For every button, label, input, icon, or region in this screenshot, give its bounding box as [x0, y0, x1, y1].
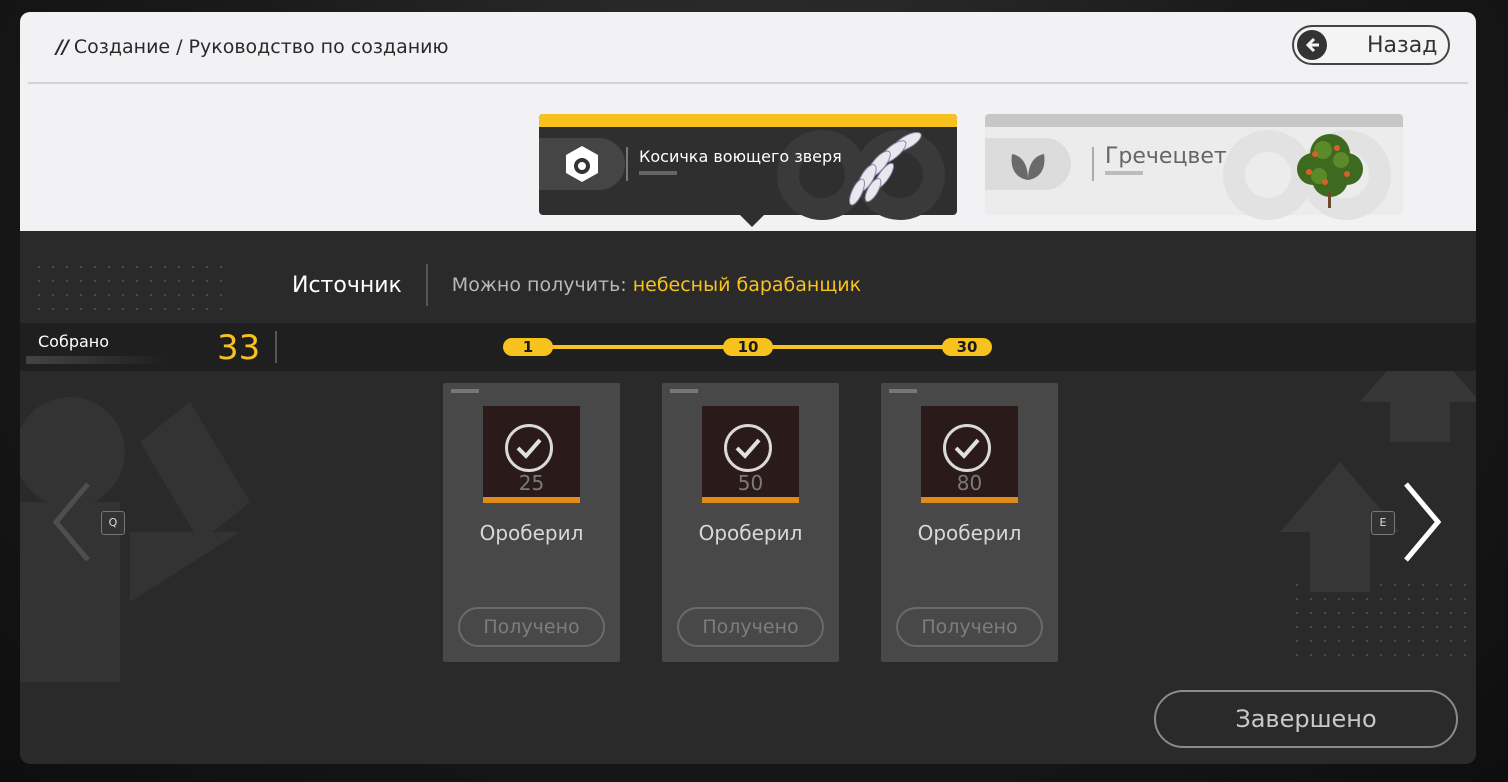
collected-count: 33: [217, 328, 261, 368]
buckwheat-flower-icon: [1297, 134, 1363, 208]
next-arrow-icon[interactable]: [1400, 480, 1444, 564]
reward-count: 25: [518, 471, 545, 495]
reward-count: 80: [956, 471, 983, 495]
done-button[interactable]: Завершено: [1154, 690, 1458, 748]
hexagon-ring-icon: [566, 146, 598, 182]
breadcrumb-separator: /: [176, 36, 183, 58]
card-separator: [626, 147, 628, 181]
item-card-inactive[interactable]: Гречецвет: [985, 114, 1403, 220]
breadcrumb-crafting[interactable]: Создание: [74, 36, 170, 58]
reward-name: Ороберил: [479, 521, 584, 545]
reward-count: 50: [737, 471, 764, 495]
reward-card[interactable]: 25 Ороберил Получено: [443, 383, 620, 662]
reward-card[interactable]: 50 Оробeрил Получено: [662, 383, 839, 662]
prev-key-hint: Q: [101, 511, 125, 535]
checkmark-icon: [505, 424, 553, 472]
back-arrow-icon: [1297, 30, 1327, 60]
header-divider: [28, 82, 1468, 84]
reward-claimed-button[interactable]: Получено: [458, 607, 605, 647]
reward-thumbnail: 80: [921, 406, 1018, 503]
breadcrumb: // Создание / Руководство по созданию: [56, 36, 448, 58]
reward-tag: [451, 389, 479, 393]
source-prefix: Можно получить:: [451, 274, 627, 296]
crafting-guide-panel: // Создание / Руководство по созданию На…: [20, 12, 1476, 764]
header-area: // Создание / Руководство по созданию На…: [20, 12, 1476, 231]
prev-arrow-icon[interactable]: [50, 480, 94, 564]
collected-separator: [275, 331, 277, 363]
reward-tag: [670, 389, 698, 393]
collected-underline: [26, 356, 166, 364]
breadcrumb-slashes: //: [56, 36, 69, 58]
checkmark-icon: [943, 424, 991, 472]
decor-dots: [32, 260, 222, 310]
card-pointer: [740, 215, 764, 227]
card-icon-pill: [539, 138, 625, 190]
reward-thumbnail: 25: [483, 406, 580, 503]
card-title: Гречецвет: [1105, 144, 1227, 169]
reward-claimed-button[interactable]: Получено: [896, 607, 1043, 647]
item-card-active[interactable]: Косичка воющего зверя: [539, 114, 957, 227]
card-icon-pill: [985, 138, 1071, 190]
card-subtitle: [1105, 171, 1143, 175]
reward-tag: [889, 389, 917, 393]
reward-name: Оробeрил: [698, 521, 803, 545]
source-separator: [425, 264, 428, 306]
source-row: Источник Можно получить: небесный бараба…: [292, 264, 861, 306]
back-button[interactable]: Назад: [1292, 25, 1450, 65]
milestone-marker: 1: [503, 338, 553, 356]
card-title: Косичка воющего зверя: [639, 147, 842, 166]
back-button-label: Назад: [1367, 32, 1438, 58]
reward-thumbnail: 50: [702, 406, 799, 503]
source-label: Источник: [292, 272, 402, 298]
decor-arrows-right: [1280, 332, 1476, 592]
milestone-marker: 30: [942, 338, 992, 356]
checkmark-icon: [724, 424, 772, 472]
source-value[interactable]: небесный барабанщик: [633, 274, 861, 296]
card-separator: [1092, 147, 1094, 181]
breadcrumb-guide: Руководство по созданию: [188, 36, 449, 58]
milestone-marker: 10: [723, 338, 773, 356]
reward-name: Ороберил: [917, 521, 1022, 545]
reward-claimed-button[interactable]: Получено: [677, 607, 824, 647]
leaf-icon: [1011, 154, 1045, 180]
next-key-hint: E: [1371, 511, 1395, 535]
card-subtitle: [639, 171, 677, 175]
collected-label: Собрано: [38, 332, 110, 351]
braid-item-icon: [849, 131, 922, 206]
reward-card[interactable]: 80 Ороберил Получено: [881, 383, 1058, 662]
